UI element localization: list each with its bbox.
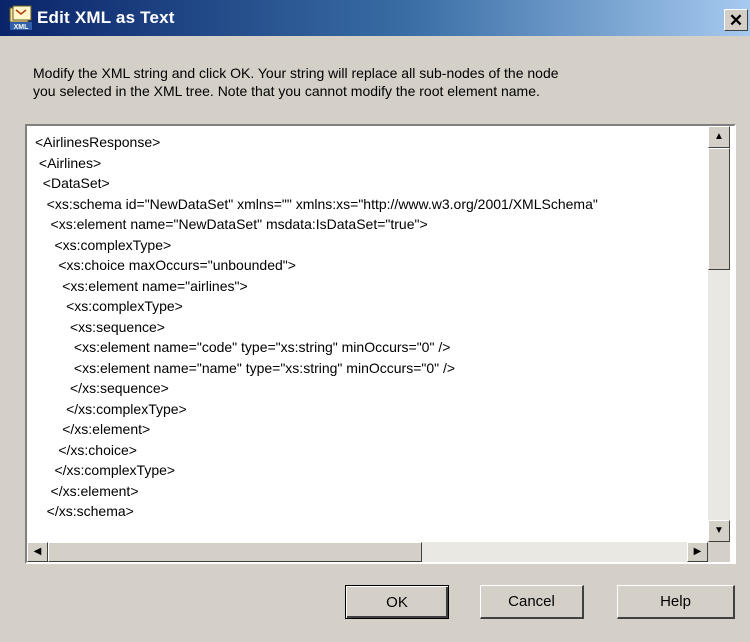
code-line: <xs:sequence> <box>35 318 165 335</box>
code-line: </xs:schema> <box>35 503 134 519</box>
code-line: <xs:schema id="NewDataSet" xmlns="" xmln… <box>35 195 598 212</box>
code-line: <xs:element name="NewDataSet" msdata:IsD… <box>35 216 428 232</box>
vertical-scroll-thumb[interactable] <box>708 148 730 270</box>
ok-button-label: OK <box>386 593 408 611</box>
help-button[interactable]: Help <box>617 585 735 619</box>
xml-text-area[interactable]: <AirlinesResponse> <Airlines> <DataSet> … <box>35 132 706 540</box>
code-line: <DataSet> <box>35 175 110 191</box>
horizontal-scrollbar[interactable]: ◀ ▶ <box>27 542 708 562</box>
code-line: </xs:element> <box>35 482 139 499</box>
scroll-down-button[interactable]: ▼ <box>708 520 730 542</box>
help-button-label: Help <box>660 593 691 610</box>
scroll-up-button[interactable]: ▲ <box>708 126 730 148</box>
close-icon: ✕ <box>728 10 744 30</box>
code-line: <Airlines> <box>35 154 102 171</box>
instructions-text: Modify the XML string and click OK. Your… <box>33 64 733 100</box>
code-line: <AirlinesResponse> <box>35 134 161 150</box>
scroll-right-button[interactable]: ▶ <box>687 542 708 562</box>
code-line: <xs:element name="code" type="xs:string"… <box>35 339 451 355</box>
arrow-left-icon: ◀ <box>33 546 42 557</box>
scroll-left-button[interactable]: ◀ <box>27 542 48 562</box>
xml-text-editor[interactable]: <AirlinesResponse> <Airlines> <DataSet> … <box>25 124 736 564</box>
xml-icon: XML <box>9 5 32 31</box>
code-line: </xs:element> <box>35 421 151 437</box>
arrow-down-icon: ▼ <box>714 525 724 536</box>
code-line: <xs:element name="name" type="xs:string"… <box>35 359 456 376</box>
code-line: </xs:choice> <box>35 441 137 458</box>
edit-xml-dialog: XML Edit XML as Text ✕ Modify the XML st… <box>0 0 750 642</box>
code-line: </xs:sequence> <box>35 380 169 396</box>
code-line: <xs:complexType> <box>35 236 172 253</box>
code-line: </xs:complexType> <box>35 462 176 478</box>
svg-text:XML: XML <box>14 24 30 31</box>
arrow-up-icon: ▲ <box>714 131 724 142</box>
code-line: <xs:element name="airlines"> <box>35 277 248 294</box>
scrollbar-corner <box>708 542 730 562</box>
code-line: <xs:choice maxOccurs="unbounded"> <box>35 257 296 273</box>
cancel-button-label: Cancel <box>508 593 555 610</box>
instructions-line: you selected in the XML tree. Note that … <box>33 83 540 99</box>
close-button[interactable]: ✕ <box>724 9 748 31</box>
instructions-line: Modify the XML string and click OK. Your… <box>33 65 559 81</box>
horizontal-scroll-thumb[interactable] <box>48 542 422 562</box>
window-title: Edit XML as Text <box>37 8 175 27</box>
arrow-right-icon: ▶ <box>693 546 702 557</box>
vertical-scrollbar[interactable]: ▲ ▼ <box>708 126 730 542</box>
code-line: <xs:complexType> <box>35 298 183 314</box>
ok-button[interactable]: OK <box>345 585 449 619</box>
title-bar[interactable]: XML Edit XML as Text ✕ <box>0 0 750 36</box>
cancel-button[interactable]: Cancel <box>480 585 584 619</box>
code-line: </xs:complexType> <box>35 400 187 417</box>
